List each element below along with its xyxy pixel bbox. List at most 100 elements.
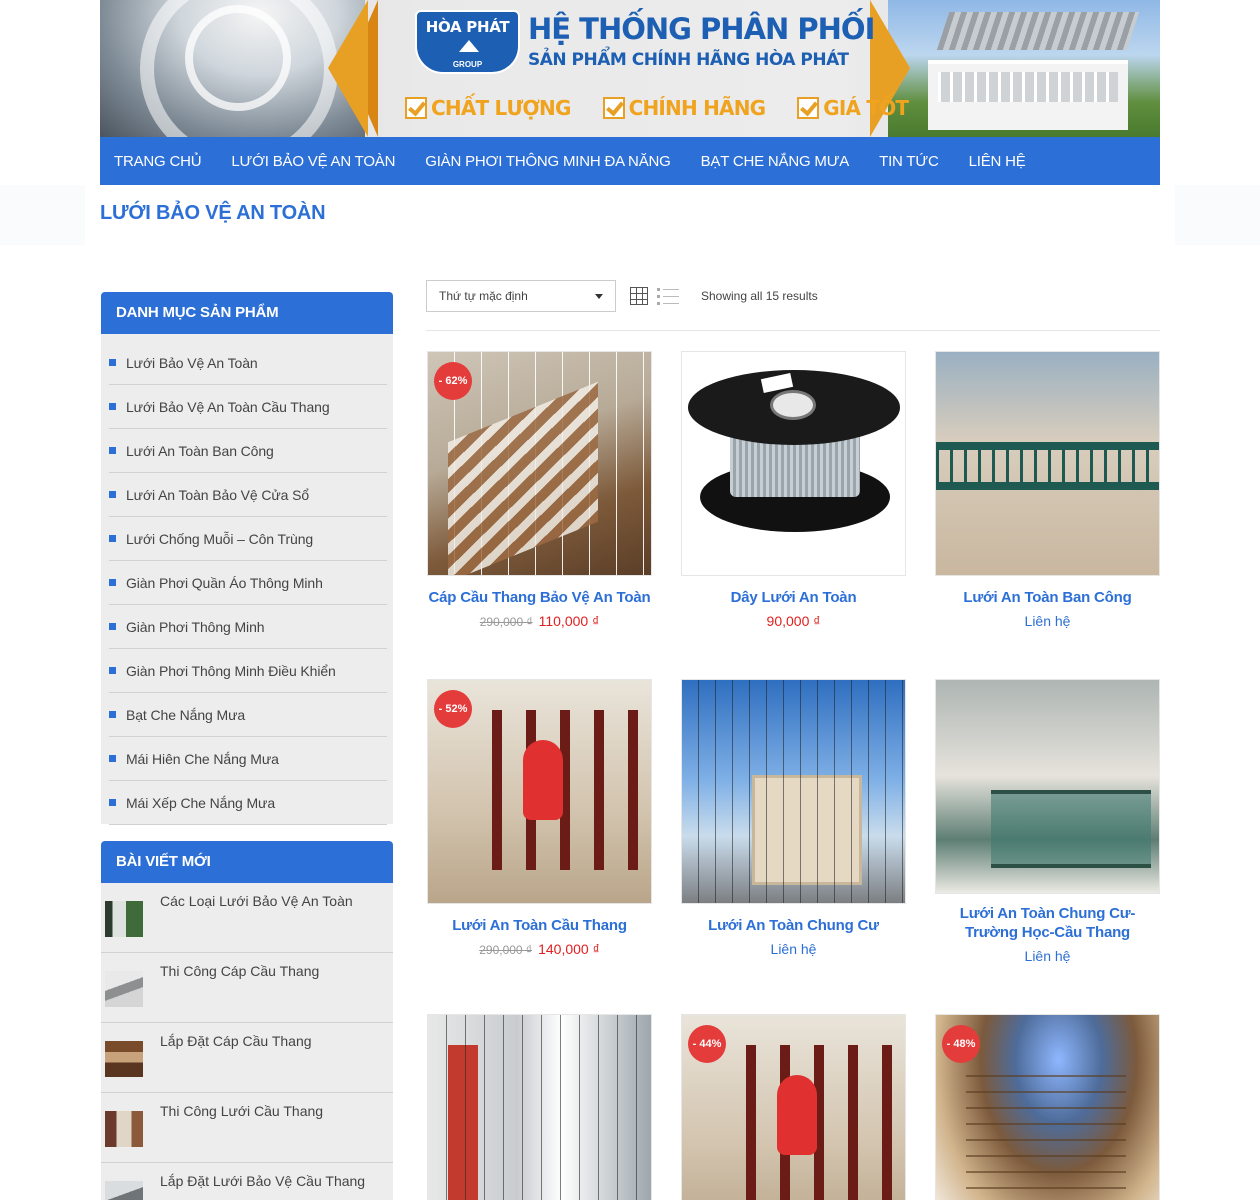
header-banner[interactable]: HÒA PHÁT GROUP HỆ THỐNG PHÂN PHỐI SẢN PH…	[100, 0, 1160, 137]
nav-item-safety-net[interactable]: LƯỚI BẢO VỆ AN TOÀN	[216, 153, 410, 170]
product-image[interactable]	[427, 1014, 652, 1200]
nav-item-contact[interactable]: LIÊN HỆ	[954, 153, 1041, 170]
post-title: Thi Công Lưới Cầu Thang	[160, 1103, 324, 1119]
product-card: - 62% Cáp Cầu Thang Bảo Vệ An Toàn 290,0…	[427, 351, 652, 629]
recent-post-item[interactable]: Lắp Đặt Lưới Bảo Vệ Cầu Thang	[101, 1163, 393, 1200]
product-name[interactable]: Lưới An Toàn Ban Công	[935, 588, 1160, 607]
post-thumbnail	[105, 901, 143, 937]
category-item[interactable]: Mái Xếp Che Nắng Mưa	[109, 781, 387, 825]
product-name[interactable]: Lưới An Toàn Chung Cư-Trường Học-Cầu Tha…	[935, 904, 1160, 942]
logo-mark-icon	[459, 40, 479, 52]
product-image[interactable]	[935, 351, 1160, 576]
sort-select[interactable]: Thứ tự mặc định	[426, 280, 616, 312]
sale-badge: - 62%	[434, 362, 472, 400]
hoa-phat-logo[interactable]: HÒA PHÁT GROUP	[415, 10, 520, 74]
bullet-square-icon	[109, 711, 116, 718]
product-card: - 48%	[935, 1014, 1160, 1200]
post-thumbnail	[105, 1041, 143, 1077]
badge-label: CHẤT LƯỢNG	[431, 96, 571, 120]
category-item[interactable]: Lưới Bảo Vệ An Toàn Cầu Thang	[109, 385, 387, 429]
toolbar-divider	[426, 330, 1160, 331]
contact-price: Liên hệ	[1024, 613, 1071, 629]
nav-item-awning[interactable]: BẠT CHE NẮNG MƯA	[686, 153, 865, 170]
banner-arrow-left-decoration	[328, 0, 368, 137]
old-price: 290,000 ₫	[479, 615, 533, 629]
banner-badge: CHÍNH HÃNG	[602, 96, 766, 120]
category-item[interactable]: Lưới Chống Muỗi – Côn Trùng	[109, 517, 387, 561]
product-card	[427, 1014, 652, 1200]
product-card: - 52% Lưới An Toàn Cầu Thang 290,000 ₫ 14…	[427, 679, 652, 957]
category-item[interactable]: Giàn Phơi Quần Áo Thông Minh	[109, 561, 387, 605]
grid-view-icon[interactable]	[630, 287, 648, 305]
category-item[interactable]: Giàn Phơi Thông Minh Điều Khiển	[109, 649, 387, 693]
category-label: Lưới Bảo Vệ An Toàn Cầu Thang	[126, 398, 330, 415]
list-view-icon[interactable]	[657, 287, 679, 305]
logo-name: HÒA PHÁT	[425, 18, 510, 36]
product-image[interactable]	[681, 679, 906, 904]
post-title: Lắp Đặt Lưới Bảo Vệ Cầu Thang	[160, 1173, 366, 1189]
category-item[interactable]: Lưới Bảo Vệ An Toàn	[109, 341, 387, 385]
checkbox-check-icon	[405, 97, 427, 119]
category-label: Bạt Che Nắng Mưa	[126, 706, 246, 723]
product-image[interactable]	[681, 351, 906, 576]
recent-post-item[interactable]: Các Loại Lưới Bảo Vệ An Toàn	[101, 883, 393, 953]
recent-post-item[interactable]: Thi Công Cáp Cầu Thang	[101, 953, 393, 1023]
sort-selected-value: Thứ tự mặc định	[439, 289, 528, 303]
product-name[interactable]: Dây Lưới An Toàn	[681, 588, 906, 607]
product-price: Liên hệ	[935, 613, 1160, 629]
product-image[interactable]	[935, 679, 1160, 894]
sale-badge: - 52%	[434, 690, 472, 728]
product-image[interactable]: - 44%	[681, 1014, 906, 1200]
bullet-square-icon	[109, 491, 116, 498]
product-price: 290,000 ₫ 110,000 ₫	[427, 613, 652, 629]
product-price: 290,000 ₫ 140,000 ₫	[427, 941, 652, 957]
category-label: Lưới An Toàn Bảo Vệ Cửa Sổ	[126, 486, 310, 503]
post-title: Lắp Đặt Cáp Cầu Thang	[160, 1033, 312, 1049]
product-name[interactable]: Cáp Cầu Thang Bảo Vệ An Toàn	[427, 588, 652, 607]
product-card: Lưới An Toàn Chung Cư Liên hệ	[681, 679, 906, 957]
main-nav: TRANG CHỦ LƯỚI BẢO VỆ AN TOÀN GIÀN PHƠI …	[100, 137, 1160, 185]
product-image[interactable]: - 52%	[427, 679, 652, 904]
bullet-square-icon	[109, 535, 116, 542]
contact-price: Liên hệ	[770, 941, 817, 957]
nav-item-home[interactable]: TRANG CHỦ	[100, 153, 216, 170]
category-item[interactable]: Bạt Che Nắng Mưa	[109, 693, 387, 737]
category-list: Lưới Bảo Vệ An Toàn Lưới Bảo Vệ An Toàn …	[101, 334, 393, 825]
banner-badges: CHẤT LƯỢNG CHÍNH HÃNG GIÁ TỐT	[405, 96, 909, 120]
product-name[interactable]: Lưới An Toàn Chung Cư	[681, 916, 906, 935]
category-label: Giàn Phơi Thông Minh	[126, 618, 265, 635]
post-thumbnail	[105, 1111, 143, 1147]
nav-item-news[interactable]: TIN TỨC	[864, 153, 953, 170]
nav-item-drying-rack[interactable]: GIÀN PHƠI THÔNG MINH ĐA NĂNG	[410, 153, 685, 170]
category-item[interactable]: Lưới An Toàn Bảo Vệ Cửa Sổ	[109, 473, 387, 517]
product-image[interactable]: - 48%	[935, 1014, 1160, 1200]
product-image[interactable]: - 62%	[427, 351, 652, 576]
old-price: 290,000 ₫	[479, 943, 533, 957]
product-name[interactable]: Lưới An Toàn Cầu Thang	[427, 916, 652, 935]
checkbox-check-icon	[797, 97, 820, 119]
post-title: Thi Công Cáp Cầu Thang	[160, 963, 320, 979]
bullet-square-icon	[109, 359, 116, 366]
badge-label: CHÍNH HÃNG	[628, 96, 766, 120]
product-card: Lưới An Toàn Chung Cư-Trường Học-Cầu Tha…	[935, 679, 1160, 964]
bullet-square-icon	[109, 403, 116, 410]
bullet-square-icon	[109, 667, 116, 674]
category-label: Lưới An Toàn Ban Công	[126, 442, 274, 459]
contact-price: Liên hệ	[1024, 948, 1071, 964]
categories-widget-title: DANH MỤC SẢN PHẨM	[101, 292, 393, 334]
recent-post-item[interactable]: Thi Công Lưới Cầu Thang	[101, 1093, 393, 1163]
product-card: - 44%	[681, 1014, 906, 1200]
category-item[interactable]: Giàn Phơi Thông Minh	[109, 605, 387, 649]
bullet-square-icon	[109, 755, 116, 762]
category-item[interactable]: Mái Hiên Che Nắng Mưa	[109, 737, 387, 781]
banner-badge: CHẤT LƯỢNG	[405, 96, 571, 120]
sale-badge: - 48%	[942, 1025, 980, 1063]
recent-post-item[interactable]: Lắp Đặt Cáp Cầu Thang	[101, 1023, 393, 1093]
banner-badge: GIÁ TỐT	[797, 96, 909, 120]
bullet-square-icon	[109, 623, 116, 630]
category-label: Giàn Phơi Thông Minh Điều Khiển	[126, 662, 336, 679]
category-label: Lưới Bảo Vệ An Toàn	[126, 354, 258, 371]
category-item[interactable]: Lưới An Toàn Ban Công	[109, 429, 387, 473]
page-title: LƯỚI BẢO VỆ AN TOÀN	[100, 202, 326, 224]
post-title: Các Loại Lưới Bảo Vệ An Toàn	[160, 893, 353, 909]
